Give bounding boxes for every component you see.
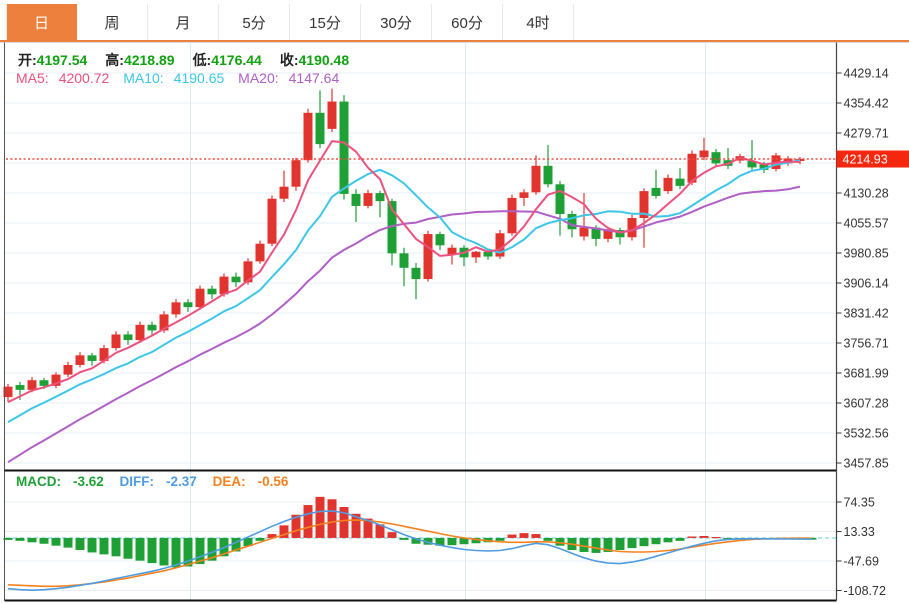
high-value: 4218.89 [124,52,175,68]
candle [292,160,301,187]
ma10-value: 4190.65 [174,70,225,86]
ma5-label: MA5: [16,70,49,86]
open-label: 开: [18,52,37,68]
candle [664,178,673,191]
macd-tick-label: -108.72 [844,584,886,598]
candle [256,244,265,262]
candle [568,214,577,229]
macd-label: MACD: [16,474,61,489]
macd-tick-label: 13.33 [844,525,875,539]
candle [304,113,313,160]
candle [40,380,49,386]
candle [400,253,409,267]
diff-value: -2.37 [166,474,197,489]
candle [112,334,121,348]
candle [280,187,289,199]
candle [712,152,721,163]
candle [676,179,685,186]
candle [472,252,481,258]
price-tick-label: 4055.57 [844,216,889,230]
low-label: 低: [193,52,212,68]
ma10-label: MA10: [123,70,163,86]
candle [184,302,193,307]
candle [328,102,337,129]
ohlc-legend: 开:4197.54 高:4218.89 低:4176.44 收:4190.48 [16,50,365,70]
period-tabbar: 日 周 月 5分 15分 30分 60分 4时 [0,0,909,42]
close-value: 4190.48 [299,52,350,68]
last-price-tag: 4214.93 [837,151,909,168]
candle [208,289,217,295]
candle [220,277,229,295]
ma5-value: 4200.72 [59,70,110,86]
candle [700,151,709,158]
candle [652,188,661,196]
candle [16,385,25,390]
candle [376,193,385,201]
price-tick-label: 4429.14 [844,67,889,81]
candle [136,325,145,340]
candle [412,268,421,279]
price-tick-label: 3831.42 [844,307,889,321]
low-value: 4176.44 [211,52,262,68]
candle [232,277,241,283]
dea-label: DEA: [213,474,246,489]
price-tick-label: 4354.42 [844,97,889,111]
price-tick-label: 3980.85 [844,247,889,261]
macd-legend: MACD: -3.62 DIFF: -2.37 DEA: -0.56 [16,474,300,489]
candle [520,192,529,198]
candle [508,198,517,233]
price-tick-label: 3681.99 [844,367,889,381]
kline-app: 4429.14 4354.42 4279.71 4130.28 4055.57 3980.… [0,0,909,604]
tab-day[interactable]: 日 [6,4,77,40]
candle [196,289,205,307]
ma20-value: 4147.64 [289,70,340,86]
high-label: 高: [105,52,124,68]
macd-plot-area[interactable] [5,471,837,601]
candle [268,199,277,244]
candle [76,355,85,365]
open-value: 4197.54 [37,52,88,68]
macd-value: -3.62 [73,474,104,489]
candle [124,334,133,340]
candle [544,166,553,184]
candle [364,193,373,206]
candle [28,380,37,390]
price-tick-label: 3756.71 [844,336,889,350]
diff-label: DIFF: [120,474,155,489]
candle [88,355,97,361]
price-tick-label: 3532.56 [844,427,889,441]
tab-30min[interactable]: 30分 [361,4,432,40]
ma20-label: MA20: [238,70,278,86]
tab-4hour[interactable]: 4时 [503,4,574,40]
candle [316,113,325,144]
dea-value: -0.56 [258,474,289,489]
price-tick-label: 4279.71 [844,127,889,141]
candle [424,234,433,279]
price-tick-label: 4130.28 [844,187,889,201]
candle [64,365,73,375]
price-tick-label: 3906.14 [844,276,889,290]
candle [436,234,445,245]
macd-tick-label: -47.69 [844,554,879,568]
main-plot-area[interactable] [5,43,837,471]
macd-tick-label: 74.35 [844,496,875,510]
close-label: 收: [280,52,299,68]
candle [352,194,361,206]
tab-week[interactable]: 周 [77,4,148,40]
tab-5min[interactable]: 5分 [219,4,290,40]
tab-60min[interactable]: 60分 [432,4,503,40]
tab-15min[interactable]: 15分 [290,4,361,40]
last-price-value: 4214.93 [843,153,888,167]
candle [172,302,181,314]
candle [532,166,541,193]
chart-canvas: 4429.14 4354.42 4279.71 4130.28 4055.57 3980.… [0,0,909,604]
candle [580,228,589,237]
ma-legend: MA5: 4200.72 MA10: 4190.65 MA20: 4147.64 [16,70,349,86]
candle [556,184,565,214]
price-tick-label: 3457.85 [844,457,889,471]
price-tick-label: 3607.28 [844,396,889,410]
candle [148,325,157,331]
candle [340,102,349,194]
tab-month[interactable]: 月 [148,4,219,40]
